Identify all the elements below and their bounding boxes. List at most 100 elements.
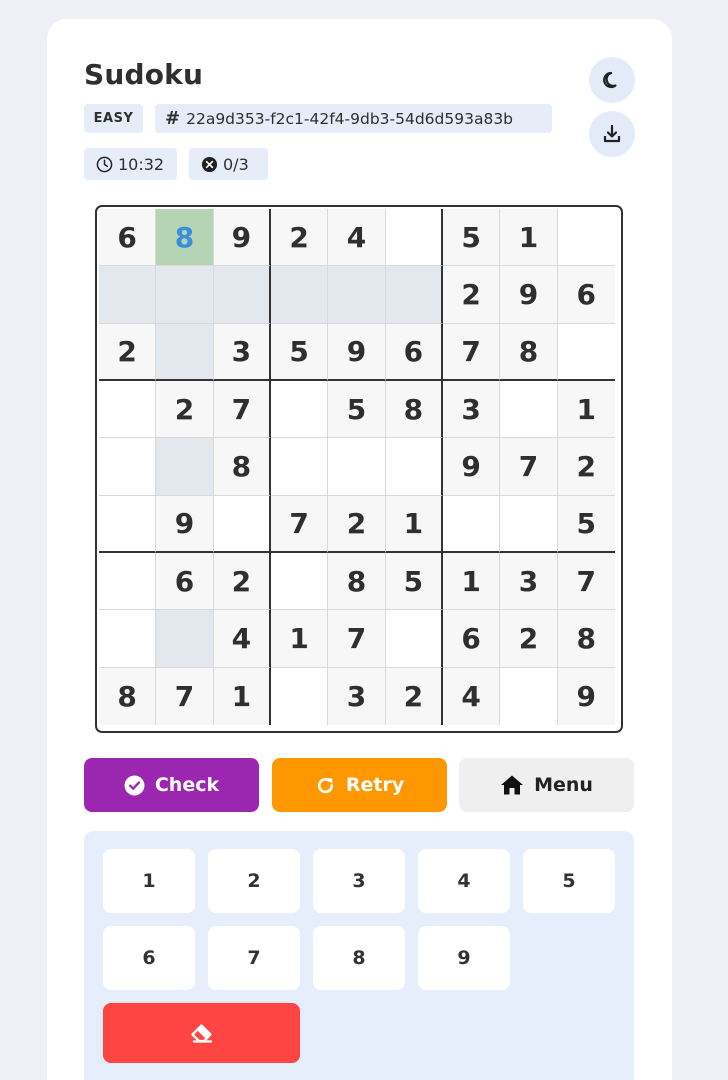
puzzle-id-text: 22a9d353-f2c1-42f4-9db3-54d6d593a83b — [186, 109, 514, 128]
sudoku-cell[interactable]: 9 — [500, 266, 558, 324]
sudoku-cell[interactable]: 1 — [500, 209, 558, 267]
sudoku-cell[interactable] — [99, 438, 157, 496]
sudoku-cell[interactable] — [99, 610, 157, 668]
sudoku-cell[interactable]: 8 — [557, 610, 615, 668]
sudoku-cell[interactable] — [385, 610, 443, 668]
sudoku-cell[interactable] — [99, 380, 157, 439]
menu-button[interactable]: Menu — [459, 758, 634, 812]
sudoku-cell[interactable] — [328, 438, 386, 496]
keypad-key[interactable]: 4 — [418, 849, 510, 913]
sudoku-cell[interactable] — [385, 438, 443, 496]
sudoku-cell[interactable] — [213, 266, 271, 324]
sudoku-cell[interactable]: 9 — [156, 495, 214, 553]
keypad-key[interactable]: 2 — [208, 849, 300, 913]
sudoku-cell[interactable]: 2 — [99, 323, 157, 381]
sudoku-cell[interactable] — [270, 552, 329, 611]
sudoku-cell[interactable] — [213, 495, 271, 553]
sudoku-cell[interactable] — [99, 266, 157, 324]
home-icon — [501, 775, 524, 795]
sudoku-cell[interactable]: 1 — [270, 610, 329, 668]
sudoku-cell[interactable]: 7 — [500, 438, 558, 496]
sudoku-cell[interactable] — [500, 380, 558, 439]
sudoku-cell[interactable]: 4 — [328, 209, 386, 267]
sudoku-cell[interactable]: 3 — [500, 552, 558, 611]
sudoku-cell[interactable]: 9 — [328, 323, 386, 381]
sudoku-cell[interactable]: 4 — [442, 667, 501, 725]
sudoku-cell[interactable]: 5 — [385, 552, 443, 611]
keypad-key[interactable]: 3 — [313, 849, 405, 913]
sudoku-cell[interactable]: 8 — [213, 438, 271, 496]
download-button[interactable] — [589, 111, 635, 157]
sudoku-cell[interactable]: 3 — [442, 380, 501, 439]
sudoku-cell[interactable]: 3 — [213, 323, 271, 381]
erase-button[interactable] — [103, 1003, 300, 1063]
sudoku-cell[interactable]: 5 — [328, 380, 386, 439]
sudoku-cell[interactable] — [442, 495, 501, 553]
sudoku-cell[interactable]: 9 — [442, 438, 501, 496]
keypad-key[interactable]: 9 — [418, 926, 510, 990]
sudoku-cell[interactable] — [99, 495, 157, 553]
sudoku-cell[interactable]: 2 — [442, 266, 501, 324]
sudoku-cell[interactable] — [500, 667, 558, 725]
sudoku-cell[interactable] — [557, 209, 615, 267]
keypad-key[interactable]: 8 — [313, 926, 405, 990]
keypad-key[interactable]: 5 — [523, 849, 615, 913]
sudoku-cell[interactable] — [270, 380, 329, 439]
sudoku-cell[interactable]: 6 — [557, 266, 615, 324]
sudoku-cell[interactable]: 7 — [213, 380, 271, 439]
moon-icon — [603, 71, 617, 89]
sudoku-cell[interactable] — [328, 266, 386, 324]
sudoku-cell[interactable]: 1 — [385, 495, 443, 553]
sudoku-cell[interactable]: 1 — [557, 380, 615, 439]
sudoku-cell[interactable]: 2 — [213, 552, 271, 611]
sudoku-cell[interactable] — [385, 209, 443, 267]
sudoku-cell[interactable]: 9 — [213, 209, 271, 267]
sudoku-cell[interactable]: 7 — [442, 323, 501, 381]
sudoku-cell[interactable] — [557, 323, 615, 381]
sudoku-cell[interactable] — [156, 266, 214, 324]
sudoku-cell[interactable]: 8 — [156, 209, 214, 267]
sudoku-cell[interactable]: 8 — [500, 323, 558, 381]
sudoku-cell[interactable]: 8 — [328, 552, 386, 611]
sudoku-cell[interactable]: 2 — [328, 495, 386, 553]
sudoku-cell[interactable]: 7 — [156, 667, 214, 725]
sudoku-cell[interactable]: 3 — [328, 667, 386, 725]
sudoku-cell[interactable] — [156, 323, 214, 381]
sudoku-cell[interactable]: 7 — [328, 610, 386, 668]
keypad-key[interactable]: 1 — [103, 849, 195, 913]
sudoku-cell[interactable]: 2 — [557, 438, 615, 496]
sudoku-cell[interactable]: 4 — [213, 610, 271, 668]
sudoku-cell[interactable]: 8 — [385, 380, 443, 439]
sudoku-cell[interactable]: 6 — [442, 610, 501, 668]
sudoku-cell[interactable]: 5 — [442, 209, 501, 267]
sudoku-cell[interactable]: 7 — [270, 495, 329, 553]
sudoku-cell[interactable]: 6 — [156, 552, 214, 611]
sudoku-cell[interactable]: 9 — [557, 667, 615, 725]
sudoku-cell[interactable]: 7 — [557, 552, 615, 611]
sudoku-cell[interactable] — [156, 610, 214, 668]
sudoku-cell[interactable]: 6 — [385, 323, 443, 381]
sudoku-cell[interactable]: 5 — [557, 495, 615, 553]
sudoku-cell[interactable] — [270, 438, 329, 496]
sudoku-cell[interactable]: 6 — [99, 209, 157, 267]
sudoku-cell[interactable]: 1 — [213, 667, 271, 725]
check-button[interactable]: Check — [84, 758, 259, 812]
sudoku-cell[interactable] — [99, 552, 157, 611]
theme-toggle-button[interactable] — [589, 57, 635, 103]
sudoku-cell[interactable]: 2 — [500, 610, 558, 668]
sudoku-cell[interactable] — [385, 266, 443, 324]
sudoku-cell[interactable]: 5 — [270, 323, 329, 381]
x-circle-icon — [201, 156, 218, 172]
keypad-key[interactable]: 7 — [208, 926, 300, 990]
keypad-key[interactable]: 6 — [103, 926, 195, 990]
sudoku-cell[interactable]: 8 — [99, 667, 157, 725]
sudoku-cell[interactable] — [270, 667, 329, 725]
sudoku-cell[interactable] — [270, 266, 329, 324]
sudoku-cell[interactable]: 2 — [385, 667, 443, 725]
sudoku-cell[interactable]: 1 — [442, 552, 501, 611]
sudoku-cell[interactable] — [156, 438, 214, 496]
sudoku-cell[interactable] — [500, 495, 558, 553]
retry-button[interactable]: Retry — [272, 758, 447, 812]
sudoku-cell[interactable]: 2 — [270, 209, 329, 267]
sudoku-cell[interactable]: 2 — [156, 380, 214, 439]
